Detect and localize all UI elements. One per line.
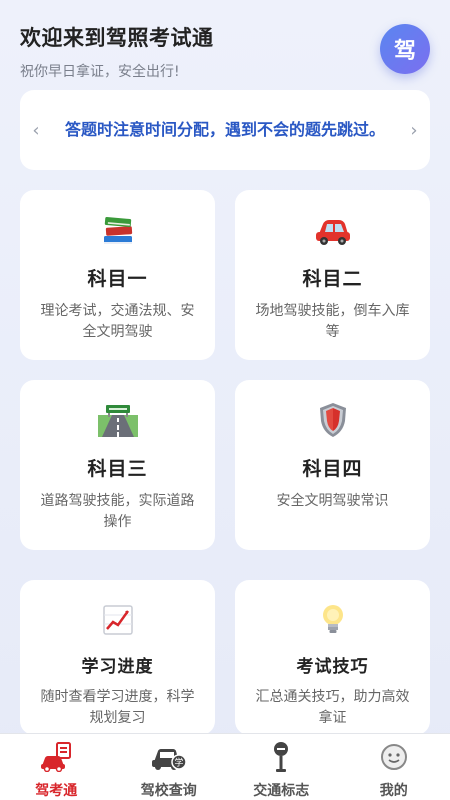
tab-mine[interactable]: 我的	[338, 734, 450, 800]
subject-desc: 安全文明驾驶常识	[276, 493, 389, 509]
lightbulb-icon	[313, 602, 353, 638]
chart-icon	[98, 602, 138, 638]
tab-traffic-signs[interactable]: 交通标志	[225, 734, 338, 800]
road-icon	[97, 402, 138, 438]
chevron-left-icon[interactable]: ‹	[20, 120, 52, 141]
car-icon	[313, 212, 353, 248]
chevron-right-icon[interactable]: ›	[398, 120, 430, 141]
page-title: 欢迎来到驾照考试通	[20, 26, 214, 50]
subject-name: 科目四	[302, 458, 363, 480]
study-progress-card[interactable]: 学习进度 随时查看学习进度，科学规划复习	[20, 580, 215, 735]
page-subtitle: 祝你早日拿证，安全出行!	[20, 64, 180, 80]
bottom-tab-bar: 驾考通 学 驾校查询 交通标志 我的	[0, 733, 450, 800]
tab-school-search[interactable]: 学 驾校查询	[113, 734, 226, 800]
shield-icon	[313, 402, 353, 438]
subject-three-card[interactable]: 科目三 道路驾驶技能，实际道路操作	[20, 380, 215, 550]
header: 欢迎来到驾照考试通 祝你早日拿证，安全出行! 驾	[20, 22, 430, 82]
tip-banner: ‹ 答题时注意时间分配，遇到不会的题先跳过。 ›	[20, 90, 430, 170]
tab-label: 驾校查询	[140, 783, 197, 799]
subject-two-card[interactable]: 科目二 场地驾驶技能，倒车入库等	[235, 190, 430, 360]
svg-text:学: 学	[174, 757, 183, 769]
tip-text: 答题时注意时间分配，遇到不会的题先跳过。	[64, 120, 385, 139]
feature-desc: 随时查看学习进度，科学规划复习	[40, 689, 195, 726]
traffic-sign-icon	[271, 742, 291, 772]
feature-name: 学习进度	[81, 657, 154, 677]
tab-label: 我的	[379, 783, 408, 799]
tab-label: 交通标志	[253, 783, 310, 799]
profile-face-icon	[379, 742, 409, 772]
subject-name: 科目一	[87, 268, 148, 290]
car-clipboard-icon	[39, 742, 73, 772]
feature-name: 考试技巧	[296, 657, 369, 677]
subject-desc: 道路驾驶技能，实际道路操作	[40, 493, 195, 530]
exam-tips-card[interactable]: 考试技巧 汇总通关技巧，助力高效拿证	[235, 580, 430, 735]
subject-desc: 理论考试，交通法规、安全文明驾驶	[40, 303, 195, 340]
school-car-icon: 学	[151, 742, 187, 772]
books-icon	[98, 212, 138, 248]
subject-name: 科目三	[87, 458, 148, 480]
tab-label: 驾考通	[35, 783, 78, 799]
feature-desc: 汇总通关技巧，助力高效拿证	[255, 689, 410, 726]
subject-name: 科目二	[302, 268, 363, 290]
avatar[interactable]: 驾	[380, 24, 430, 74]
subject-four-card[interactable]: 科目四 安全文明驾驶常识	[235, 380, 430, 550]
subject-desc: 场地驾驶技能，倒车入库等	[255, 303, 410, 340]
tab-jiakaotong[interactable]: 驾考通	[0, 734, 113, 800]
subject-one-card[interactable]: 科目一 理论考试，交通法规、安全文明驾驶	[20, 190, 215, 360]
